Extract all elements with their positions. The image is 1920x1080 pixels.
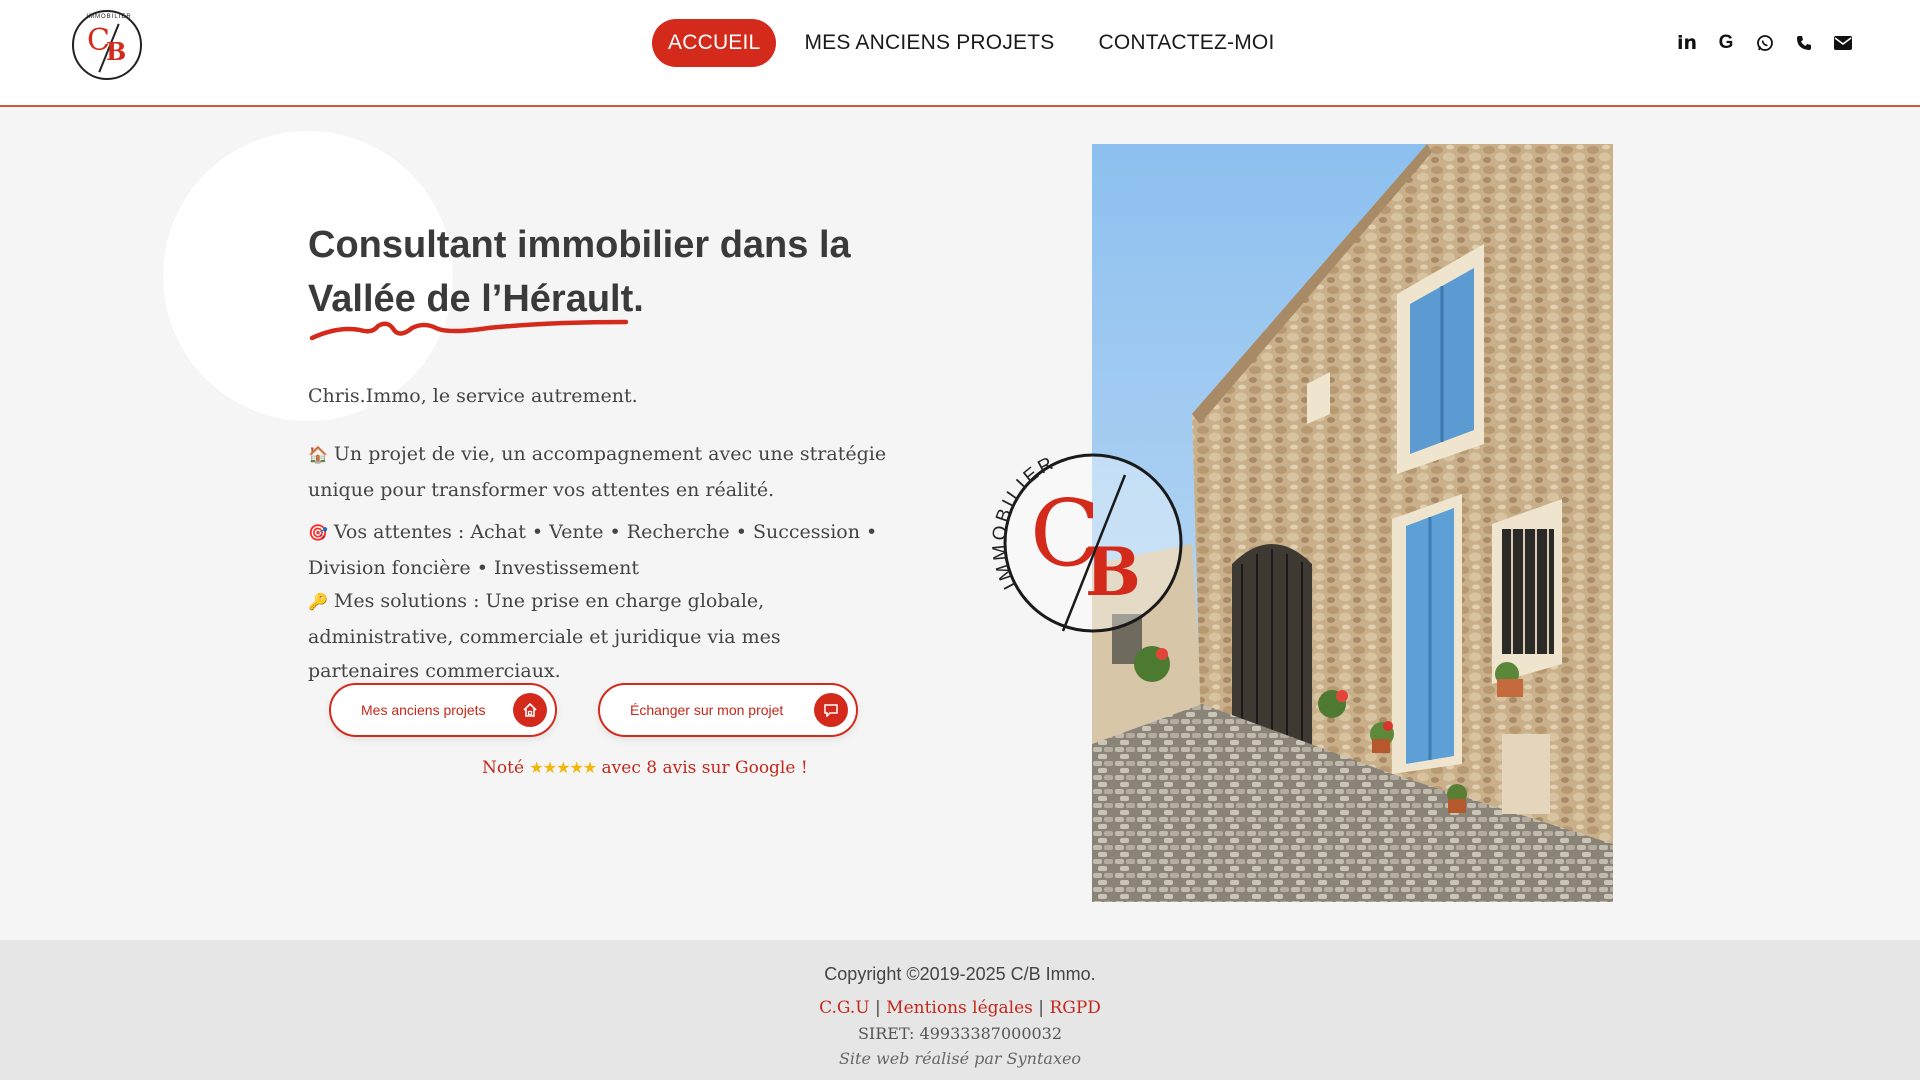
phone-icon[interactable] — [1793, 30, 1815, 56]
hero-paragraph-projet-text: Un projet de vie, un accompagnement avec… — [308, 443, 887, 501]
footer-credit[interactable]: Site web réalisé par Syntaxeo — [0, 1049, 1920, 1068]
nav-item-accueil[interactable]: ACCUEIL — [652, 19, 777, 67]
footer-separator: | — [1038, 998, 1045, 1018]
footer-copyright: Copyright ©2019-2025 C/B Immo. — [824, 964, 1096, 984]
footer-link-mentions[interactable]: Mentions légales — [886, 998, 1033, 1018]
projects-button-label: Mes anciens projets — [361, 702, 486, 718]
house-icon: 🏠 — [308, 445, 328, 464]
hero-paragraph-attentes: 🎯 Vos attentes : Achat • Vente • Recherch… — [308, 515, 888, 585]
linkedin-icon[interactable]: in — [1676, 30, 1698, 56]
footer-links: C.G.U | Mentions légales | RGPD — [0, 998, 1920, 1018]
footer-link-rgpd[interactable]: RGPD — [1049, 998, 1100, 1018]
main-nav: ACCUEIL MES ANCIENS PROJETS CONTACTEZ-MO… — [652, 19, 1303, 67]
social-links: in G — [1676, 30, 1854, 56]
contact-project-button[interactable]: Échanger sur mon projet — [598, 683, 858, 737]
hero-title-period: . — [633, 278, 644, 320]
site-header: IMMOBILIER C B ACCUEIL MES ANCIENS PROJE… — [0, 0, 1920, 107]
title-underline-squiggle — [309, 319, 628, 341]
hero-title-line1: Consultant immobilier dans la — [308, 224, 851, 266]
target-icon: 🎯 — [308, 523, 328, 542]
logo-letter-b: B — [106, 37, 127, 66]
stamp-letter-b: B — [1085, 533, 1141, 611]
projects-button[interactable]: Mes anciens projets — [329, 683, 557, 737]
logo-ring-text: IMMOBILIER — [86, 14, 132, 20]
whatsapp-icon[interactable] — [1754, 30, 1776, 56]
hero-paragraph-solutions-text: Mes solutions : Une prise en charge glob… — [308, 590, 781, 682]
google-rating[interactable]: Noté ★★★★★ avec 8 avis sur Google ! — [482, 758, 808, 778]
chat-icon — [814, 693, 848, 727]
hero-tagline: Chris.Immo, le service autrement. — [308, 385, 638, 407]
nav-item-anciens-projets[interactable]: MES ANCIENS PROJETS — [788, 19, 1070, 67]
site-footer: Copyright ©2019-2025 C/B Immo. C.G.U | M… — [0, 940, 1920, 1080]
rating-prefix: Noté — [482, 758, 525, 778]
key-icon: 🔑 — [308, 592, 328, 611]
footer-siret: SIRET: 49933387000032 — [857, 1024, 1063, 1043]
site-logo[interactable]: IMMOBILIER C B — [72, 10, 142, 80]
rating-suffix: avec 8 avis sur Google ! — [601, 758, 808, 778]
footer-separator: | — [875, 998, 881, 1018]
nav-item-contact[interactable]: CONTACTEZ-MOI — [1082, 19, 1290, 67]
mail-icon[interactable] — [1832, 30, 1854, 56]
house-icon — [513, 693, 547, 727]
hero-paragraph-projet: 🏠 Un projet de vie, un accompagnement ave… — [308, 437, 888, 507]
cb-immobilier-stamp: IMMOBILIER C B — [985, 435, 1201, 651]
hero-paragraph-solutions: 🔑 Mes solutions : Une prise en charge glo… — [308, 584, 888, 689]
star-rating-icon: ★★★★★ — [529, 758, 597, 777]
google-icon[interactable]: G — [1715, 30, 1737, 56]
contact-project-button-label: Échanger sur mon projet — [630, 702, 784, 718]
hero-title: Consultant immobilier dans la Vallée de … — [308, 218, 908, 326]
hero-paragraph-attentes-text: Vos attentes : Achat • Vente • Recherche… — [308, 521, 878, 579]
footer-link-cgu[interactable]: C.G.U — [819, 998, 870, 1018]
